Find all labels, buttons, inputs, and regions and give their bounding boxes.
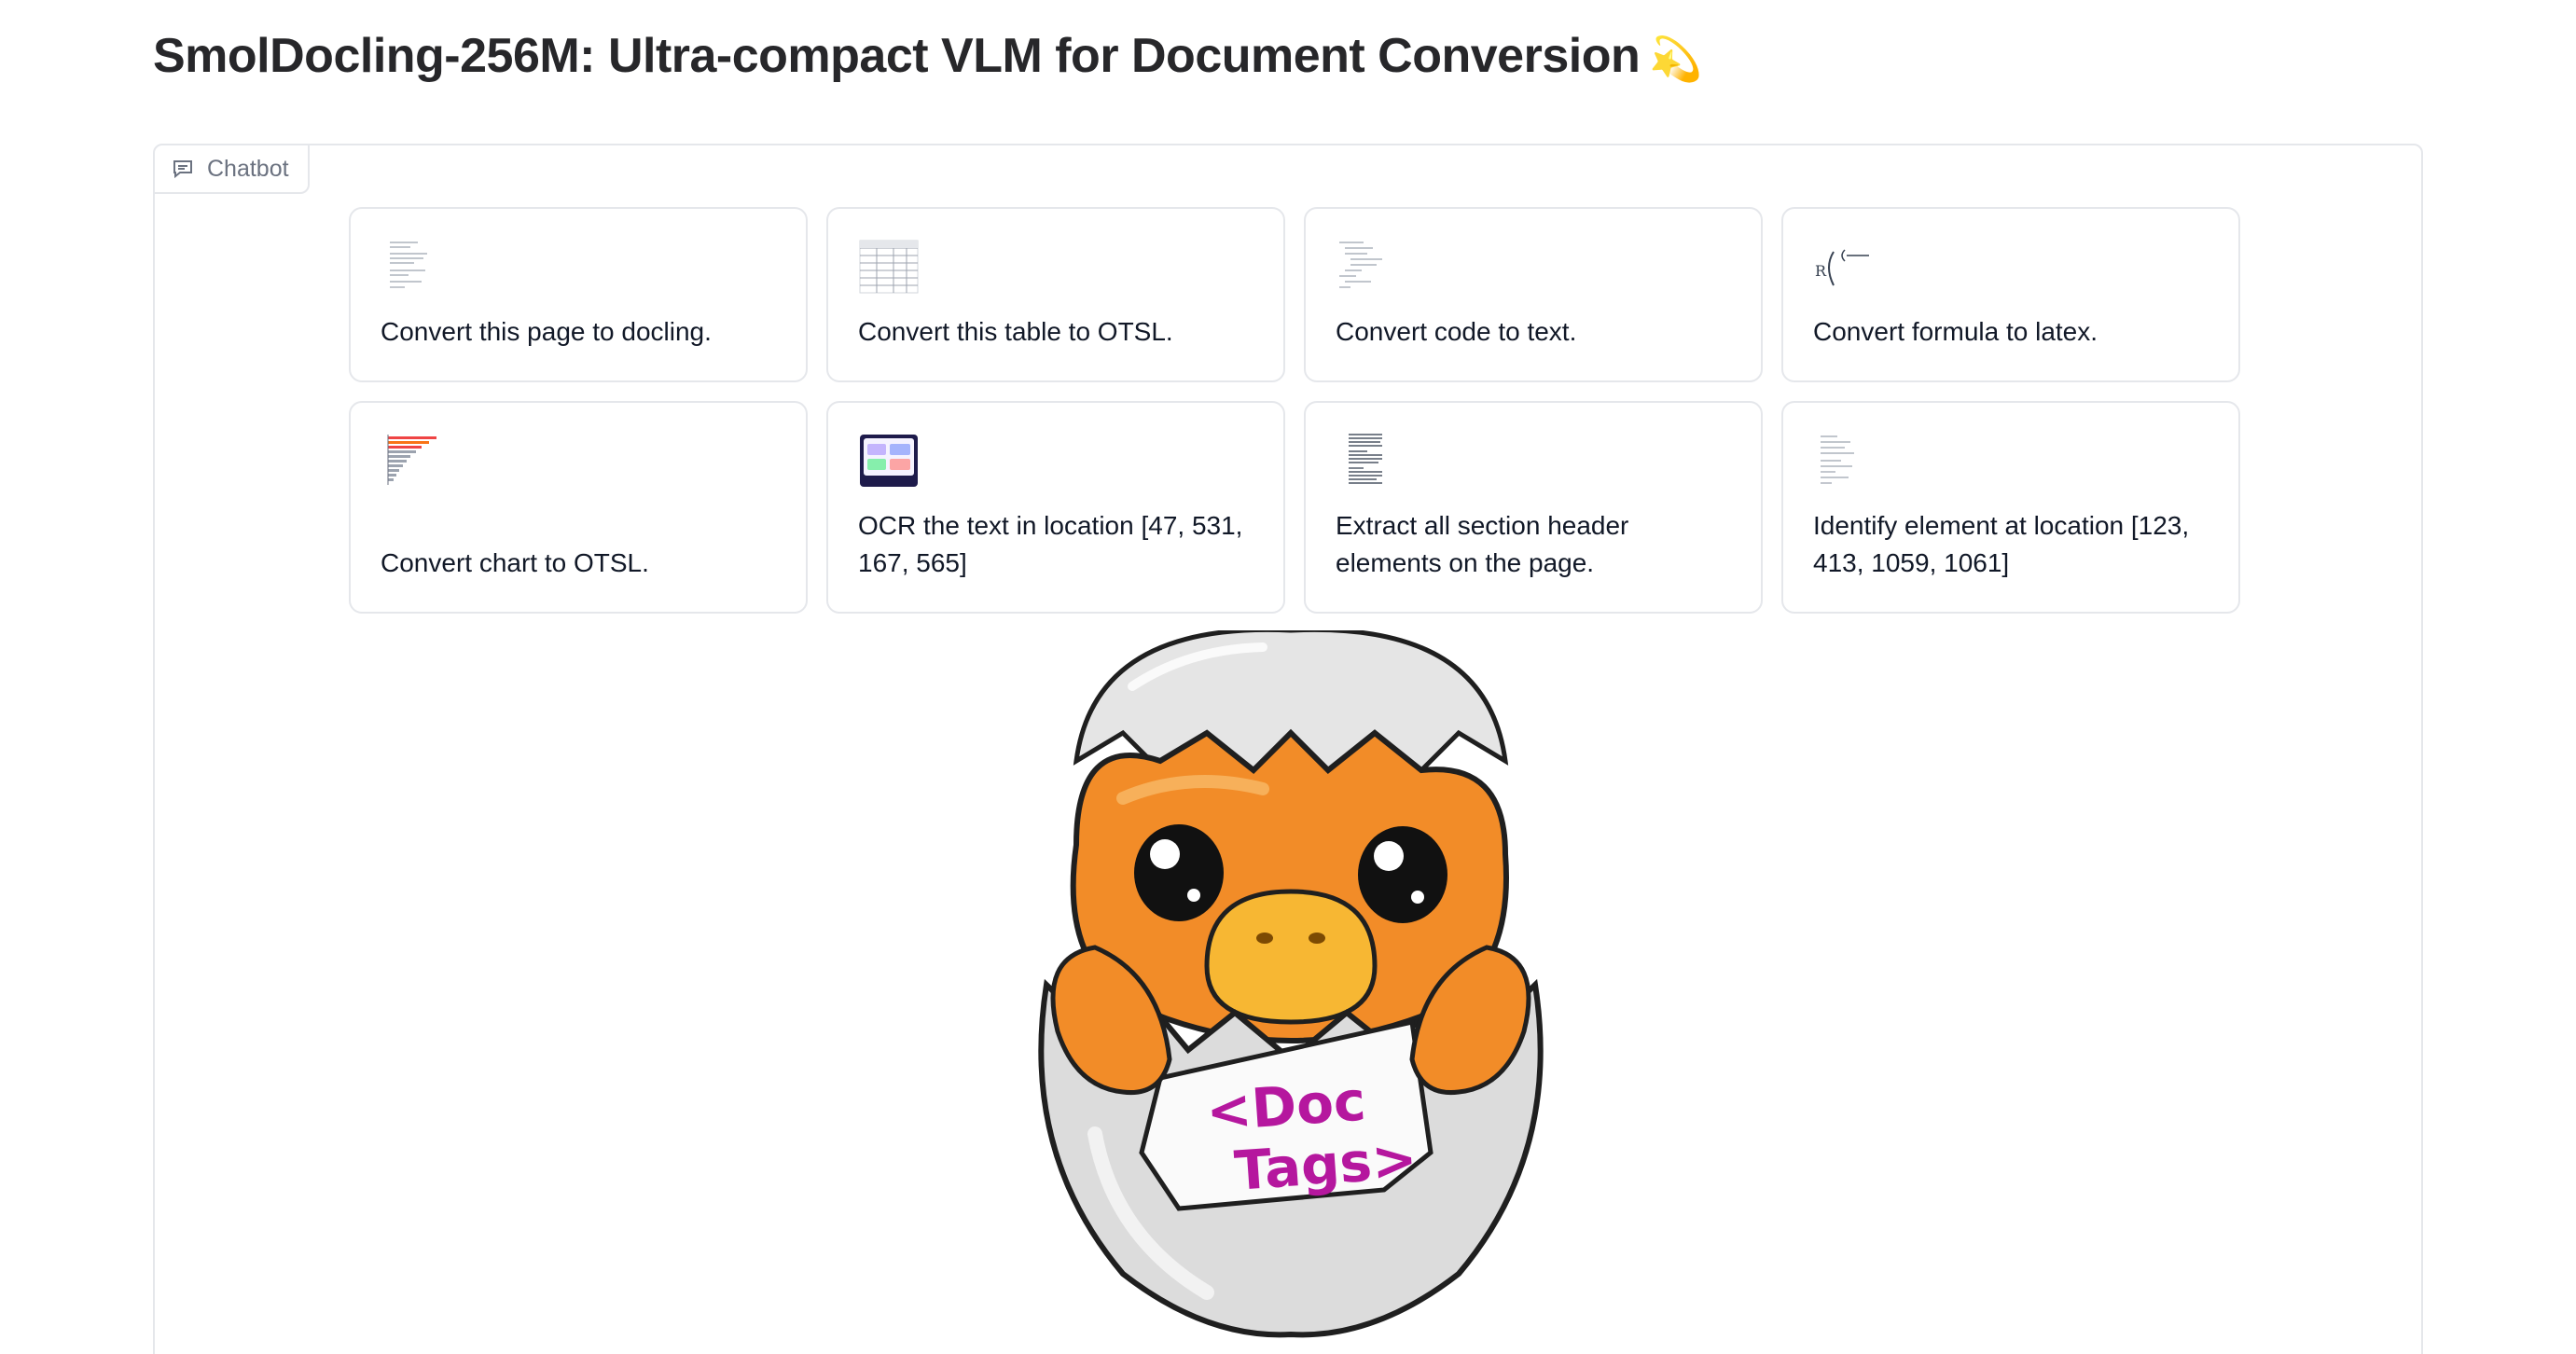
example-card-page-docling[interactable]: Convert this page to docling. [349, 207, 808, 382]
example-text: Extract all section header elements on t… [1336, 511, 1629, 577]
chat-bubble-icon [172, 158, 194, 180]
dizzy-star-icon: 💫 [1649, 35, 1703, 83]
code-thumbnail [1336, 235, 1397, 297]
example-text: Convert this table to OTSL. [858, 317, 1173, 346]
chatbot-panel: Chatbot Convert this page to docling. Co… [153, 144, 2423, 1354]
example-text: OCR the text in location [47, 531, 167, … [858, 511, 1243, 577]
page-title-text: SmolDocling-256M: Ultra-compact VLM for … [153, 29, 1641, 83]
example-card-formula-latex[interactable]: R Convert formula to latex. [1781, 207, 2240, 382]
example-text: Convert formula to latex. [1813, 317, 2098, 346]
example-text: Identify element at location [123, 413, … [1813, 511, 2190, 577]
chart-thumbnail [381, 429, 442, 490]
document-page-thumbnail [381, 235, 442, 297]
formula-thumbnail: R [1813, 235, 1875, 297]
example-card-table-otsl[interactable]: Convert this table to OTSL. [826, 207, 1285, 382]
docling-mascot-image: <Doc Tags> [1020, 627, 1561, 1339]
table-thumbnail [858, 235, 920, 297]
example-text: Convert chart to OTSL. [381, 548, 649, 577]
chatbot-label-text: Chatbot [207, 155, 289, 182]
svg-text:R: R [1815, 262, 1827, 280]
ui-screenshot-thumbnail [858, 429, 920, 490]
example-card-ocr-location[interactable]: OCR the text in location [47, 531, 167, … [826, 401, 1285, 614]
page-title: SmolDocling-256M: Ultra-compact VLM for … [153, 22, 1703, 92]
chatbot-label: Chatbot [155, 145, 310, 194]
sparse-page-thumbnail [1813, 429, 1875, 490]
example-card-code-text[interactable]: Convert code to text. [1304, 207, 1763, 382]
example-card-identify-element[interactable]: Identify element at location [123, 413, … [1781, 401, 2240, 614]
text-page-thumbnail [1336, 429, 1397, 490]
example-text: Convert code to text. [1336, 317, 1577, 346]
svg-text:Tags>: Tags> [1232, 1126, 1419, 1202]
example-text: Convert this page to docling. [381, 317, 712, 346]
example-prompts: Convert this page to docling. Convert th… [349, 207, 2240, 614]
example-card-chart-otsl[interactable]: Convert chart to OTSL. [349, 401, 808, 614]
example-card-section-headers[interactable]: Extract all section header elements on t… [1304, 401, 1763, 614]
